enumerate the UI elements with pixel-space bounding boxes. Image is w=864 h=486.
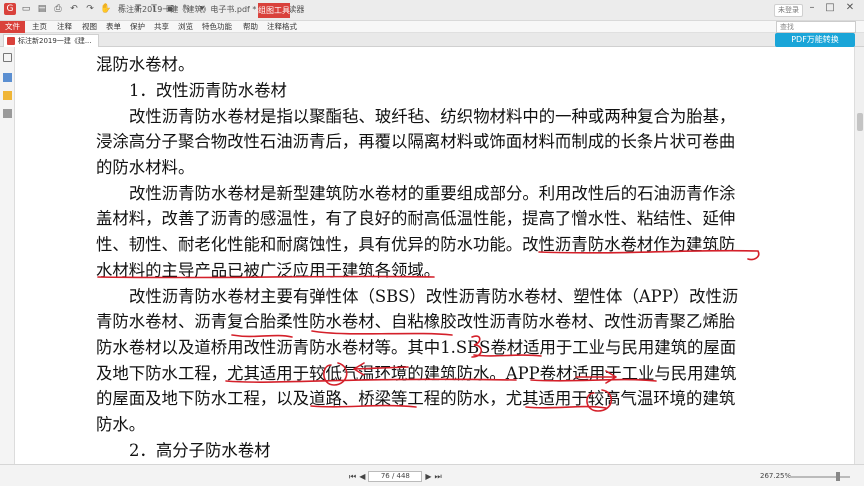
close-icon[interactable]: ✕	[844, 2, 856, 13]
status-bar: ⏮ ◀ 76 / 448 ▶ ⏭ 267.25%	[0, 464, 864, 486]
app-logo-icon: G	[4, 3, 16, 15]
zoom-slider-handle[interactable]	[836, 472, 840, 481]
print-icon[interactable]: ⎙	[52, 3, 64, 15]
login-button[interactable]: 未登录	[774, 4, 803, 17]
first-page-icon[interactable]: ⏮	[349, 472, 356, 482]
text-line: 改性沥青防水卷材是新型建筑防水卷材的重要组成部分。利用改性后的石油沥青作涂	[129, 184, 736, 203]
last-page-icon[interactable]: ⏭	[435, 472, 442, 482]
prev-page-icon[interactable]: ◀	[359, 472, 365, 481]
page-number-input[interactable]: 76 / 448	[368, 471, 423, 482]
pages-panel-icon[interactable]	[3, 73, 12, 82]
title-bar: G ▭ ▤ ⎙ ↶ ↷ ✋ T T T ▣ ✎ ▾ 标注新2019一建《建筑》电…	[0, 0, 864, 21]
page-navigation: ⏮ ◀ 76 / 448 ▶ ⏭	[349, 471, 442, 482]
text-line: 青防水卷材、沥青复合胎柔性防水卷材、自粘橡胶改性沥青防水卷材、改性沥青聚乙烯胎	[96, 312, 736, 331]
layers-panel-icon[interactable]	[3, 91, 12, 100]
text-line: 浸涂高分子聚合物改性石油沥青后，再覆以隔离材料或饰面材料而制成的长条片状可卷曲	[96, 132, 736, 151]
text-line: 及地下防水工程，尤其适用于较低气温环境的建筑防水。APP卷材适用于工业与民用建筑	[96, 364, 737, 383]
undo-icon[interactable]: ↶	[68, 3, 80, 15]
text-line: 改性沥青防水卷材是指以聚酯毡、玻纤毡、纺织物材料中的一种或两种复合为胎基，	[129, 107, 736, 126]
menu-comment-format[interactable]: 注释格式	[267, 21, 297, 33]
menu-view[interactable]: 视图	[82, 21, 97, 33]
menu-form[interactable]: 表单	[106, 21, 121, 33]
text-line: 水材料的主导产品已被广泛应用于建筑各领域。	[96, 261, 441, 280]
zoom-slider[interactable]	[790, 476, 850, 478]
menu-protect[interactable]: 保护	[130, 21, 145, 33]
search-input[interactable]: 查找	[776, 21, 856, 33]
text-line: 盖材料，改善了沥青的感温性，有了良好的耐高低温性能，提高了憎水性、粘结性、延伸	[96, 209, 736, 228]
section-heading: 1．改性沥青防水卷材	[129, 81, 287, 100]
hand-tool-icon[interactable]: ✋	[100, 3, 112, 15]
text-line: 的屋面及地下防水工程，以及道路、桥梁等工程的防水，尤其适用于较高气温环境的建筑	[96, 389, 736, 408]
document-tab-label: 标注新2019一建《建...	[18, 37, 92, 45]
menu-file[interactable]: 文件	[0, 21, 25, 33]
text-line: 性、韧性、耐老化性能和耐腐蚀性，具有优异的防水功能。改性沥青防水卷材作为建筑防	[96, 235, 736, 254]
zoom-level[interactable]: 267.25%	[760, 472, 791, 480]
maximize-icon[interactable]: □	[824, 2, 836, 13]
text-line: 防水。	[96, 415, 146, 434]
save-icon[interactable]: ▤	[36, 3, 48, 15]
minimize-icon[interactable]: –	[806, 2, 818, 13]
menu-bar: 文件 主页 注释 视图 表单 保护 共享 浏览 特色功能 帮助 注释格式	[0, 21, 864, 33]
next-page-icon[interactable]: ▶	[425, 472, 431, 481]
tab-bar: 标注新2019一建《建...	[0, 33, 864, 47]
document-tab[interactable]: 标注新2019一建《建...	[3, 34, 99, 47]
text-line: 的防水材料。	[96, 158, 195, 177]
text-line: 混防水卷材。	[96, 55, 195, 74]
redo-icon[interactable]: ↷	[84, 3, 96, 15]
section-heading: 2．高分子防水卷材	[129, 441, 271, 460]
context-tab-drawing-tools[interactable]: 组图工具	[258, 3, 290, 18]
left-sidebar	[0, 47, 15, 464]
attachments-panel-icon[interactable]	[3, 109, 12, 118]
text-line: 改性沥青防水卷材主要有弹性体（SBS）改性沥青防水卷材、塑性体（APP）改性沥	[129, 287, 739, 306]
menu-home[interactable]: 主页	[32, 21, 47, 33]
menu-features[interactable]: 特色功能	[202, 21, 232, 33]
open-icon[interactable]: ▭	[20, 3, 32, 15]
bookmark-panel-icon[interactable]	[3, 53, 12, 62]
menu-browse[interactable]: 浏览	[178, 21, 193, 33]
text-line: 防水卷材以及道桥用改性沥青防水卷材等。其中1.SBS卷材适用于工业与民用建筑的屋…	[96, 338, 737, 357]
scrollbar-thumb[interactable]	[857, 113, 863, 131]
pdf-file-icon	[7, 37, 15, 45]
menu-help[interactable]: 帮助	[243, 21, 258, 33]
document-view[interactable]: 混防水卷材。 1．改性沥青防水卷材 改性沥青防水卷材是指以聚酯毡、玻纤毡、纺织物…	[16, 47, 854, 464]
pdf-convert-button[interactable]: PDF万能转换	[775, 33, 855, 47]
menu-share[interactable]: 共享	[154, 21, 169, 33]
menu-comment[interactable]: 注释	[57, 21, 72, 33]
vertical-scrollbar[interactable]	[854, 47, 864, 464]
